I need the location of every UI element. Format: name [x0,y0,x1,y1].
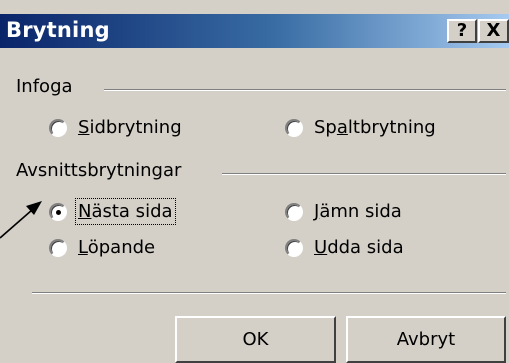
radio-button-icon[interactable] [285,202,303,221]
radio-lopande[interactable]: Löpande [49,237,155,258]
radio-label-nasta-sida: Nästa sida [75,198,176,225]
break-dialog: Brytning ? X Infoga Sidbrytning Spaltbry… [0,0,509,363]
radio-udda-sida[interactable]: Udda sida [285,237,404,258]
radio-label-udda-sida: Udda sida [314,237,404,258]
radio-sidbrytning[interactable]: Sidbrytning [49,117,182,138]
close-button[interactable]: X [478,19,509,43]
pointer-arrow-icon [0,201,42,239]
radio-label-sidbrytning: Sidbrytning [78,117,182,138]
radio-label-lopande: Löpande [78,237,156,258]
button-separator [32,292,506,294]
radio-button-icon[interactable] [285,238,303,257]
group-divider-infoga [104,89,506,91]
radio-jamn-sida[interactable]: Jämn sida [285,201,402,222]
radio-label-jamn-sida: Jämn sida [314,201,402,222]
help-button[interactable]: ? [447,19,477,43]
title-bar: Brytning ? X [0,14,509,48]
radio-nasta-sida[interactable]: Nästa sida [49,198,176,225]
radio-label-spaltbrytning: Spaltbrytning [314,117,436,138]
radio-spaltbrytning[interactable]: Spaltbrytning [285,117,436,138]
cancel-button[interactable]: Avbryt [346,316,506,363]
ok-button[interactable]: OK [175,316,336,363]
radio-button-icon[interactable] [285,118,303,137]
group-divider-avsnittsbrytningar [222,173,506,175]
